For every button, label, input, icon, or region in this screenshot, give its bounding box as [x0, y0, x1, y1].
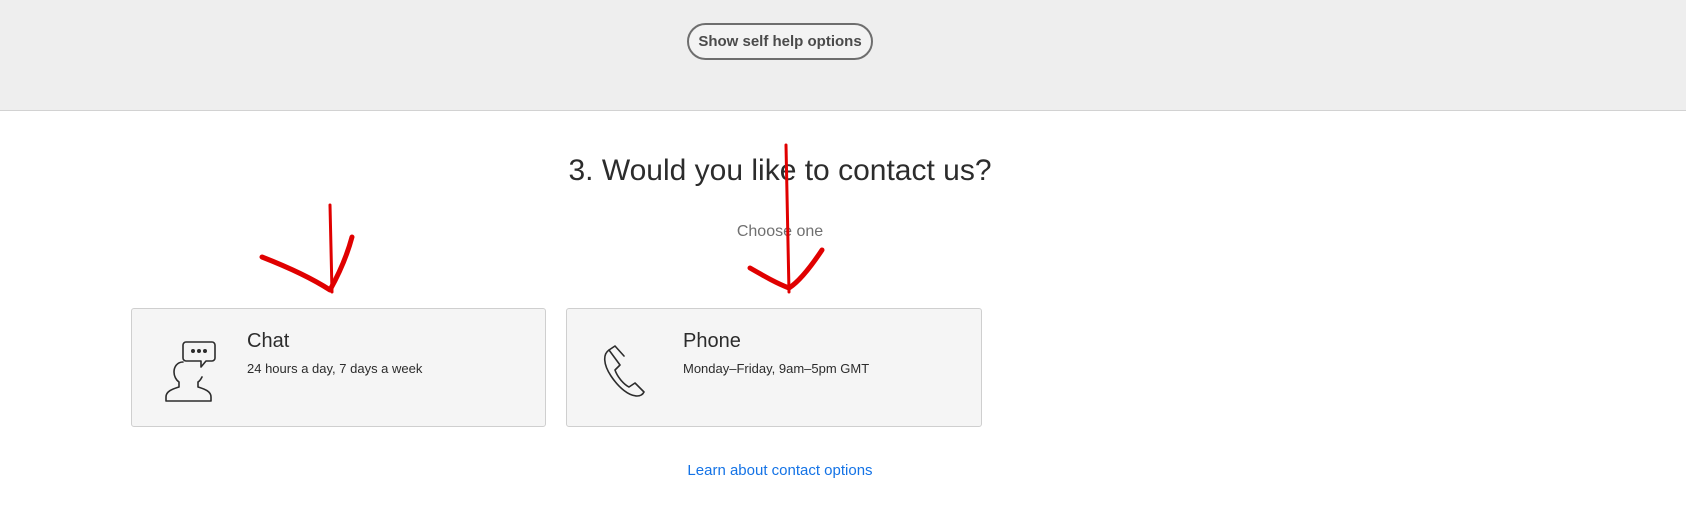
left-checkmark [259, 234, 355, 293]
chat-option-title: Chat [247, 330, 290, 352]
left-annotation-stroke [328, 203, 334, 294]
chat-option-card[interactable]: Chat 24 hours a day, 7 days a week [131, 308, 546, 427]
phone-option-title: Phone [683, 330, 741, 352]
chat-option-description: 24 hours a day, 7 days a week [247, 361, 423, 376]
choose-one-label: Choose one [736, 223, 824, 240]
show-self-help-button[interactable]: Show self help options [687, 23, 873, 60]
chat-person-icon [165, 341, 216, 402]
phone-icon [603, 345, 645, 397]
phone-option-card[interactable]: Phone Monday–Friday, 9am–5pm GMT [566, 308, 982, 427]
learn-contact-options-link[interactable]: Learn about contact options [0, 462, 1560, 479]
self-help-band: Show self help options [0, 0, 1686, 111]
section-title: 3. Would you like to contact us? [568, 154, 992, 187]
phone-option-description: Monday–Friday, 9am–5pm GMT [683, 361, 870, 376]
right-checkmark [747, 247, 825, 291]
